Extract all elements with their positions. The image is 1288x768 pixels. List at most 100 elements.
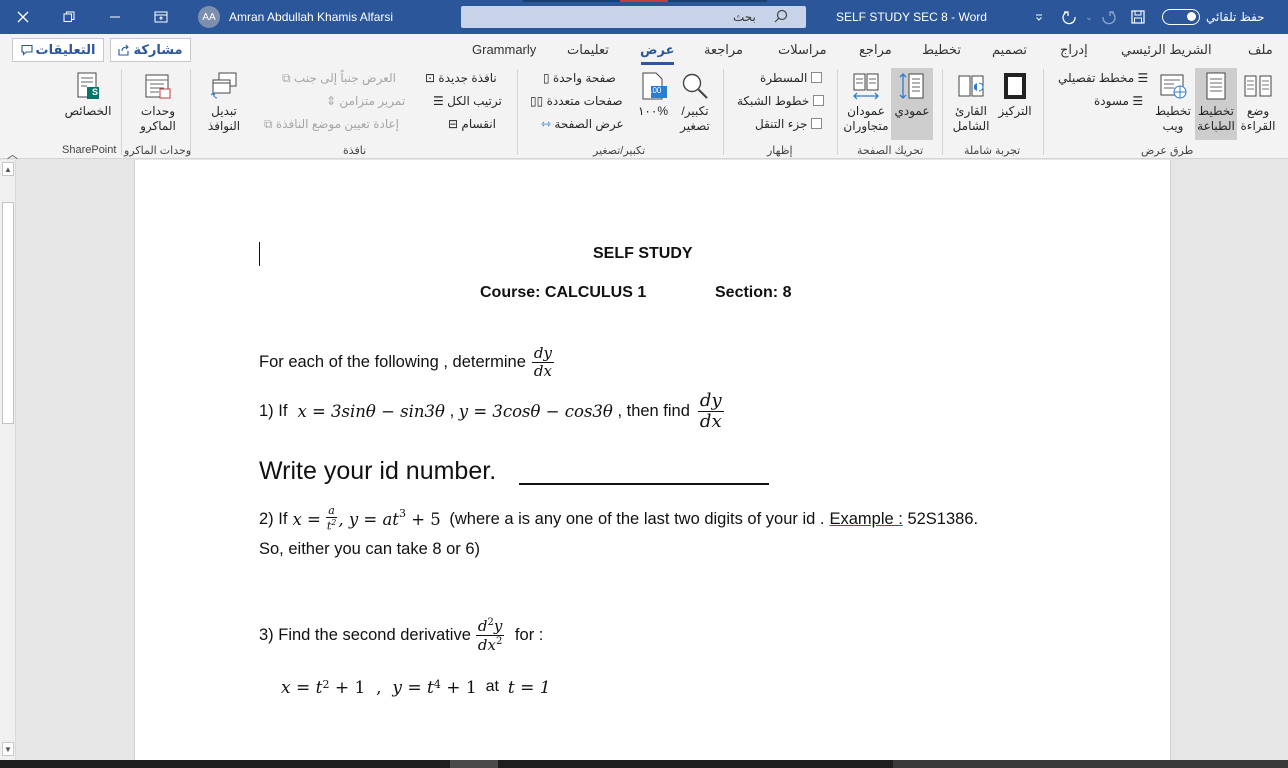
ruler-check[interactable] [811, 72, 823, 83]
q1-suffix: , then find [612, 402, 690, 421]
q2-y: , y = at [338, 509, 399, 529]
side-to-side-icon [853, 73, 879, 100]
multiple-pages-button[interactable]: صفحات متعددة ▯▯ [530, 94, 623, 108]
autosave-toggle[interactable] [1162, 9, 1200, 25]
gridlines-checkbox[interactable]: خطوط الشبكة [737, 94, 825, 108]
avatar[interactable]: AA [198, 6, 220, 28]
page-width-button[interactable]: عرض الصفحة ⇿ [541, 117, 624, 131]
comments-button[interactable]: التعليقات [12, 38, 104, 62]
group-separator [837, 69, 838, 155]
tab-mailings[interactable]: مراسلات [778, 42, 827, 58]
scroll-up-icon[interactable]: ▲ [2, 162, 14, 176]
q1-separator: , [444, 402, 459, 421]
zoom-100-button[interactable]: ١٠٠% [634, 68, 672, 140]
autosave-label-text: حفظ تلقائي [1206, 10, 1265, 24]
page-width-label: عرض الصفحة [554, 117, 624, 131]
save-button[interactable] [1126, 0, 1150, 34]
search-input[interactable]: بحث [461, 6, 806, 28]
autosave-toggle-knob [1187, 12, 1196, 21]
switch-windows-icon [210, 72, 237, 99]
tab-file[interactable]: ملف [1248, 42, 1273, 58]
tab-home[interactable]: الشريط الرئيسي [1121, 42, 1212, 58]
redo-icon [1102, 11, 1116, 25]
macros-button[interactable]: وحدات الماكرو [134, 68, 182, 140]
intro-fraction: dy dx [531, 345, 554, 380]
avatar-initials: AA [202, 11, 216, 23]
immersive-reader-icon [958, 75, 984, 97]
group-separator [1043, 69, 1044, 155]
q2-text: (where a is any one of the last two digi… [444, 509, 825, 528]
web-layout-label: تخطيط ويب [1155, 104, 1191, 133]
redo-button[interactable] [1098, 0, 1118, 34]
ruler-checkbox[interactable]: المسطرة [760, 71, 823, 85]
ribbon: وضع القراءة تخطيط الطباعة تخطيط ويب ☰ مخ… [0, 65, 1288, 161]
split-button[interactable]: انقسام ⊟ [448, 117, 496, 131]
gridlines-check[interactable] [813, 95, 825, 106]
properties-button[interactable]: الخصائص [64, 68, 112, 140]
customize-qat-button[interactable] [1030, 0, 1048, 34]
focus-button[interactable]: التركيز [995, 68, 1035, 140]
q2-line-2: So, either you can take 8 or 6) [259, 540, 481, 558]
tab-design[interactable]: تصميم [992, 42, 1027, 58]
vertical-button[interactable]: عمودي [891, 68, 933, 140]
write-id-text: Write your id number. [259, 457, 497, 485]
q2-frac-den: t2 [325, 518, 339, 533]
tab-references[interactable]: مراجع [859, 42, 892, 58]
new-window-button[interactable]: نافذة جديدة ⊡ [425, 71, 497, 85]
multiple-pages-label: صفحات متعددة [546, 94, 623, 108]
draft-button[interactable]: ☰ مسودة [1094, 94, 1143, 108]
q2-example-link[interactable]: Example : [829, 510, 902, 529]
web-layout-icon [1160, 74, 1187, 99]
vertical-scrollbar[interactable]: ▲ ▼ [0, 160, 16, 760]
side-by-side-button[interactable]: العرض جنباً إلى جنب ⧉ [282, 71, 396, 86]
undo-button[interactable] [1058, 0, 1082, 34]
vertical-scroll-icon [899, 73, 924, 99]
tab-view[interactable]: عرض [640, 42, 674, 58]
nav-pane-checkbox[interactable]: جزء التنقل [755, 117, 823, 131]
user-name[interactable]: Amran Abdullah Khamis Alfarsi [229, 0, 393, 34]
switch-windows-label: تبديل النوافذ [207, 104, 241, 133]
tab-help[interactable]: تعليمات [567, 42, 609, 58]
q1-frac-den: dx [699, 410, 722, 432]
minimize-button[interactable] [92, 0, 138, 34]
read-mode-icon [1244, 75, 1272, 97]
sync-scroll-button[interactable]: تمرير متزامن ⇕ [326, 94, 405, 108]
close-button[interactable] [0, 0, 46, 34]
outline-button[interactable]: ☰ مخطط تفصيلي [1058, 71, 1148, 85]
window-group-label: نافذة [343, 145, 367, 157]
qat-dropdown-icon [1036, 14, 1042, 21]
q3-at: at [476, 678, 508, 695]
ribbon-display-icon [154, 11, 168, 23]
zoom-button[interactable]: تكبير/ تصغير [674, 68, 716, 140]
nav-pane-check[interactable] [811, 118, 823, 129]
one-page-icon: ▯ [543, 71, 550, 85]
sync-scroll-icon: ⇕ [326, 94, 337, 108]
q3-x-exp: 2 [322, 678, 330, 691]
undo-dropdown[interactable]: ⌄ [1084, 0, 1094, 34]
read-mode-button[interactable]: وضع القراءة [1238, 68, 1278, 140]
document-title-text: SELF STUDY SEC 8 - Word [836, 10, 987, 24]
scrollbar-thumb[interactable] [2, 202, 14, 424]
write-id-line: Write your id number. [259, 457, 496, 486]
print-layout-button[interactable]: تخطيط الطباعة [1195, 68, 1237, 140]
macros-icon [145, 74, 171, 99]
group-separator [190, 69, 191, 155]
ribbon-display-options-button[interactable] [138, 0, 184, 34]
tab-insert[interactable]: إدراج [1060, 42, 1088, 58]
share-button[interactable]: مشاركة [110, 38, 191, 62]
q3-suffix: for : [510, 625, 544, 644]
share-icon [118, 44, 130, 56]
one-page-button[interactable]: صفحة واحدة ▯ [543, 71, 616, 85]
tab-grammarly[interactable]: Grammarly [472, 42, 536, 57]
reset-window-position-button[interactable]: إعادة تعيين موضع النافذة ⧉ [264, 117, 399, 132]
web-layout-button[interactable]: تخطيط ويب [1153, 68, 1193, 140]
side-to-side-button[interactable]: عمودان متجاوران [843, 68, 889, 140]
scroll-down-icon[interactable]: ▼ [2, 742, 14, 756]
tab-review[interactable]: مراجعة [704, 42, 743, 58]
immersive-reader-button[interactable]: القارئ الشامل [948, 68, 994, 140]
switch-windows-button[interactable]: تبديل النوافذ [199, 68, 249, 140]
arrange-all-button[interactable]: ترتيب الكل ☰ [433, 94, 502, 108]
tab-layout[interactable]: تخطيط [922, 42, 961, 58]
zoom-100-icon-text: 100 [648, 86, 662, 95]
restore-button[interactable] [46, 0, 92, 34]
